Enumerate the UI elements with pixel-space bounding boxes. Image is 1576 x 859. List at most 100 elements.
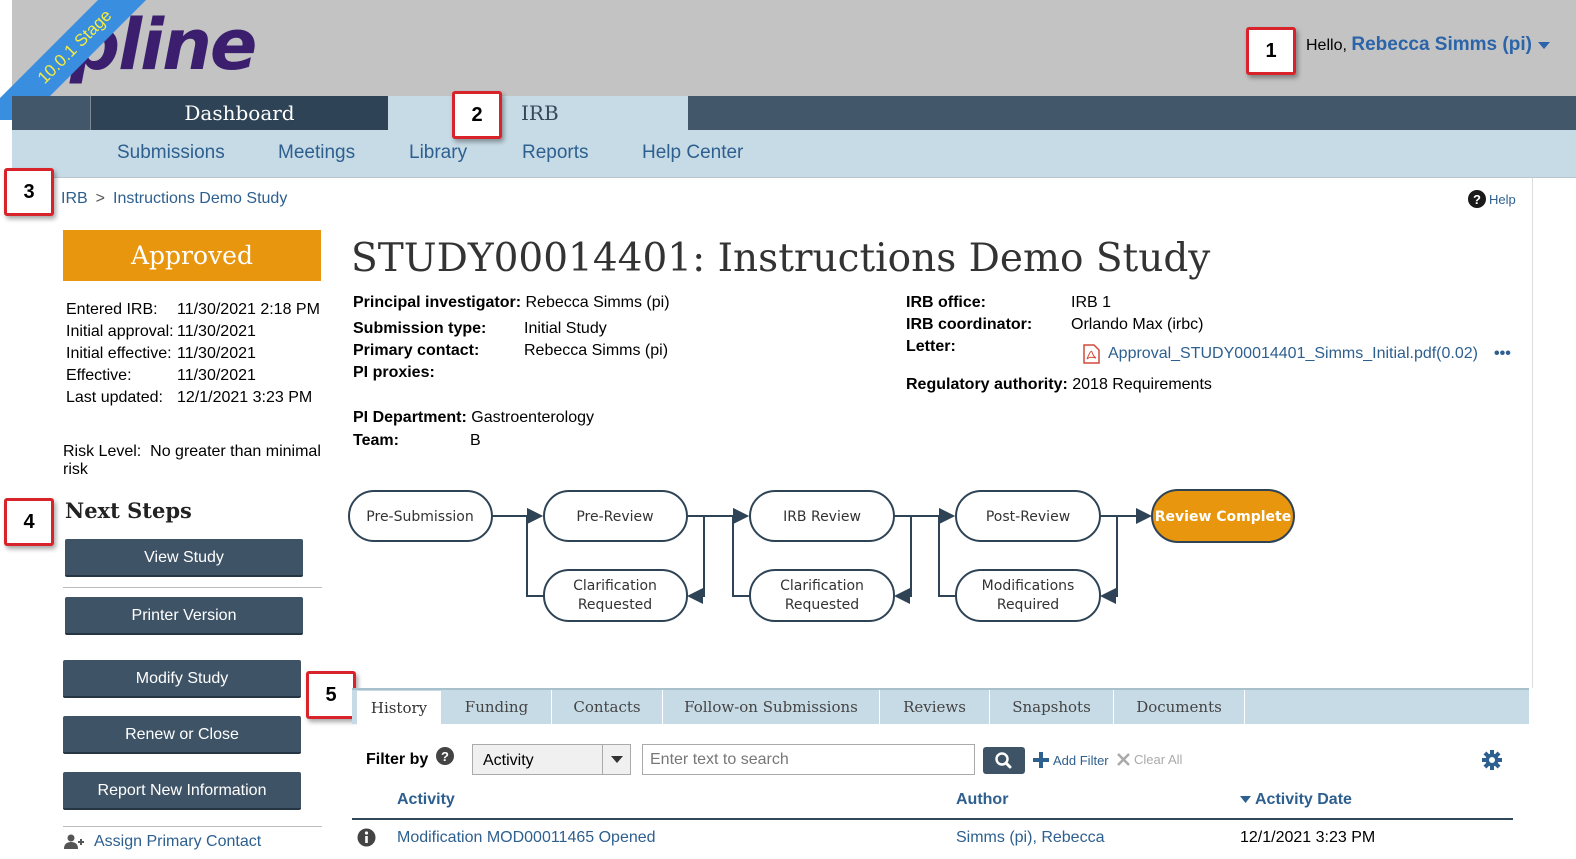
chevron-down-icon[interactable] (1537, 42, 1550, 50)
tab-dashboard[interactable]: Dashboard (90, 96, 388, 130)
printer-version-button[interactable]: Printer Version (65, 597, 303, 635)
svg-text:Clarification: Clarification (780, 578, 864, 594)
help-icon[interactable]: ? (1468, 190, 1486, 208)
column-header-activity[interactable]: Activity (397, 791, 455, 809)
field-label: Principal investigator: (353, 294, 522, 311)
gear-icon[interactable] (1482, 750, 1502, 770)
workflow-state-pre-review: Pre-Review (543, 490, 688, 542)
sub-navigation (12, 130, 1576, 178)
workflow-substate-clarification-1: Clarification Requested (543, 569, 688, 622)
tab-snapshots[interactable]: Snapshots (990, 690, 1114, 724)
help-icon[interactable]: ? (436, 747, 455, 765)
add-filter-link[interactable]: Add Filter (1033, 752, 1109, 768)
close-icon[interactable] (1117, 753, 1130, 766)
submission-type-label: Submission type: (353, 320, 487, 337)
tab-follow-on-submissions[interactable]: Follow-on Submissions (663, 690, 880, 724)
date-row: Effective: 11/30/2021 (66, 365, 320, 387)
date-value: 11/30/2021 2:18 PM (177, 301, 320, 318)
content-border (1532, 178, 1533, 688)
date-value: 11/30/2021 (177, 345, 256, 362)
workflow-state-irb-review: IRB Review (749, 490, 895, 542)
key-dates: Entered IRB: 11/30/2021 2:18 PM Initial a… (66, 299, 320, 409)
irb-office-label: IRB office: (906, 294, 986, 311)
author-link[interactable]: Simms (pi), Rebecca (956, 829, 1104, 847)
irb-office-value: IRB 1 (1071, 294, 1112, 311)
assign-primary-contact-label[interactable]: Assign Primary Contact (94, 833, 261, 851)
callout-marker-2: 2 (452, 91, 502, 139)
submission-type-value: Initial Study (524, 320, 607, 337)
callout-marker-5: 5 (306, 671, 356, 719)
more-actions-icon[interactable]: ••• (1494, 345, 1511, 363)
divider (63, 826, 322, 827)
tab-contacts[interactable]: Contacts (552, 690, 663, 724)
field-value: Rebecca Simms (pi) (525, 294, 670, 311)
tab-documents[interactable]: Documents (1114, 690, 1245, 724)
report-new-information-button[interactable]: Report New Information (63, 772, 301, 810)
nav-reports[interactable]: Reports (522, 142, 589, 164)
column-header-activity-date[interactable]: Activity Date (1240, 791, 1352, 809)
callout-marker-4: 4 (4, 498, 54, 546)
filter-by: Filter by ? (366, 747, 455, 769)
risk-label: Risk Level: (63, 443, 142, 460)
user-greeting: Hello, Rebecca Simms (pi) (1306, 34, 1550, 56)
irb-coordinator-value: Orlando Max (irbc) (1071, 316, 1204, 333)
letter-document-link[interactable]: Approval_STUDY00014401_Simms_Initial.pdf… (1108, 345, 1478, 363)
nav-submissions[interactable]: Submissions (117, 142, 225, 164)
svg-text:Clarification: Clarification (573, 578, 657, 594)
nav-help-center[interactable]: Help Center (642, 142, 743, 164)
column-header-author[interactable]: Author (956, 791, 1008, 809)
add-filter-label[interactable]: Add Filter (1053, 753, 1109, 768)
clear-all-label[interactable]: Clear All (1134, 752, 1182, 767)
greeting-text: Hello, (1306, 37, 1347, 54)
help-link[interactable]: ? Help (1468, 190, 1516, 208)
status-badge: Approved (63, 230, 321, 281)
svg-text:Requested: Requested (785, 597, 859, 613)
view-study-button[interactable]: View Study (65, 539, 303, 577)
tab-funding[interactable]: Funding (442, 690, 552, 724)
breadcrumb-irb-link[interactable]: IRB (61, 190, 88, 207)
column-header-activity-date-label[interactable]: Activity Date (1255, 791, 1352, 809)
date-row: Initial approval: 11/30/2021 (66, 321, 320, 343)
filter-select[interactable]: Activity (472, 744, 631, 775)
workflow-substate-modifications: Modifications Required (955, 569, 1101, 622)
breadcrumb: IRB > Instructions Demo Study (61, 190, 287, 208)
search-button[interactable] (983, 747, 1025, 774)
plus-icon[interactable] (1033, 752, 1049, 768)
tab-irb[interactable]: IRB (388, 96, 688, 130)
clear-all-link[interactable]: Clear All (1117, 752, 1182, 767)
pi-field: Principal investigator: Rebecca Simms (p… (353, 294, 670, 312)
modify-study-button[interactable]: Modify Study (63, 660, 301, 698)
search-input[interactable] (642, 744, 975, 775)
team-value: B (470, 432, 481, 449)
sort-desc-icon[interactable] (1240, 796, 1251, 804)
user-menu-link[interactable]: Rebecca Simms (pi) (1351, 34, 1532, 55)
date-value: 12/1/2021 3:23 PM (177, 389, 313, 406)
activity-link[interactable]: Modification MOD00011465 Opened (397, 829, 656, 847)
info-icon[interactable] (357, 828, 376, 847)
workflow-diagram: Pre-Submission Pre-Review IRB Review Pos… (348, 489, 1295, 622)
divider (63, 587, 322, 588)
renew-or-close-button[interactable]: Renew or Close (63, 716, 301, 754)
svg-text:?: ? (441, 749, 449, 764)
tab-reviews[interactable]: Reviews (880, 690, 990, 724)
settings-button[interactable] (1482, 750, 1502, 775)
primary-contact-label: Primary contact: (353, 342, 480, 359)
chevron-down-icon[interactable] (602, 745, 630, 774)
svg-text:Pre-Submission: Pre-Submission (366, 509, 473, 525)
nav-library[interactable]: Library (409, 142, 467, 164)
page-title: STUDY00014401: Instructions Demo Study (351, 236, 1211, 281)
date-value: 11/30/2021 (177, 323, 256, 340)
breadcrumb-study-link[interactable]: Instructions Demo Study (113, 190, 287, 207)
date-row: Initial effective: 11/30/2021 (66, 343, 320, 365)
assign-primary-contact-link[interactable]: Assign Primary Contact (64, 833, 261, 851)
search-icon[interactable] (983, 747, 1025, 774)
svg-text:Review Complete: Review Complete (1155, 509, 1292, 525)
add-person-icon[interactable] (64, 834, 84, 850)
pi-department-field: PI Department: Gastroenterology (353, 409, 594, 426)
svg-text:IRB Review: IRB Review (783, 509, 861, 525)
date-row: Last updated: 12/1/2021 3:23 PM (66, 387, 320, 409)
help-label[interactable]: Help (1489, 192, 1516, 207)
workflow-substate-clarification-2: Clarification Requested (749, 569, 895, 622)
nav-meetings[interactable]: Meetings (278, 142, 355, 164)
tab-history[interactable]: History (356, 690, 442, 724)
